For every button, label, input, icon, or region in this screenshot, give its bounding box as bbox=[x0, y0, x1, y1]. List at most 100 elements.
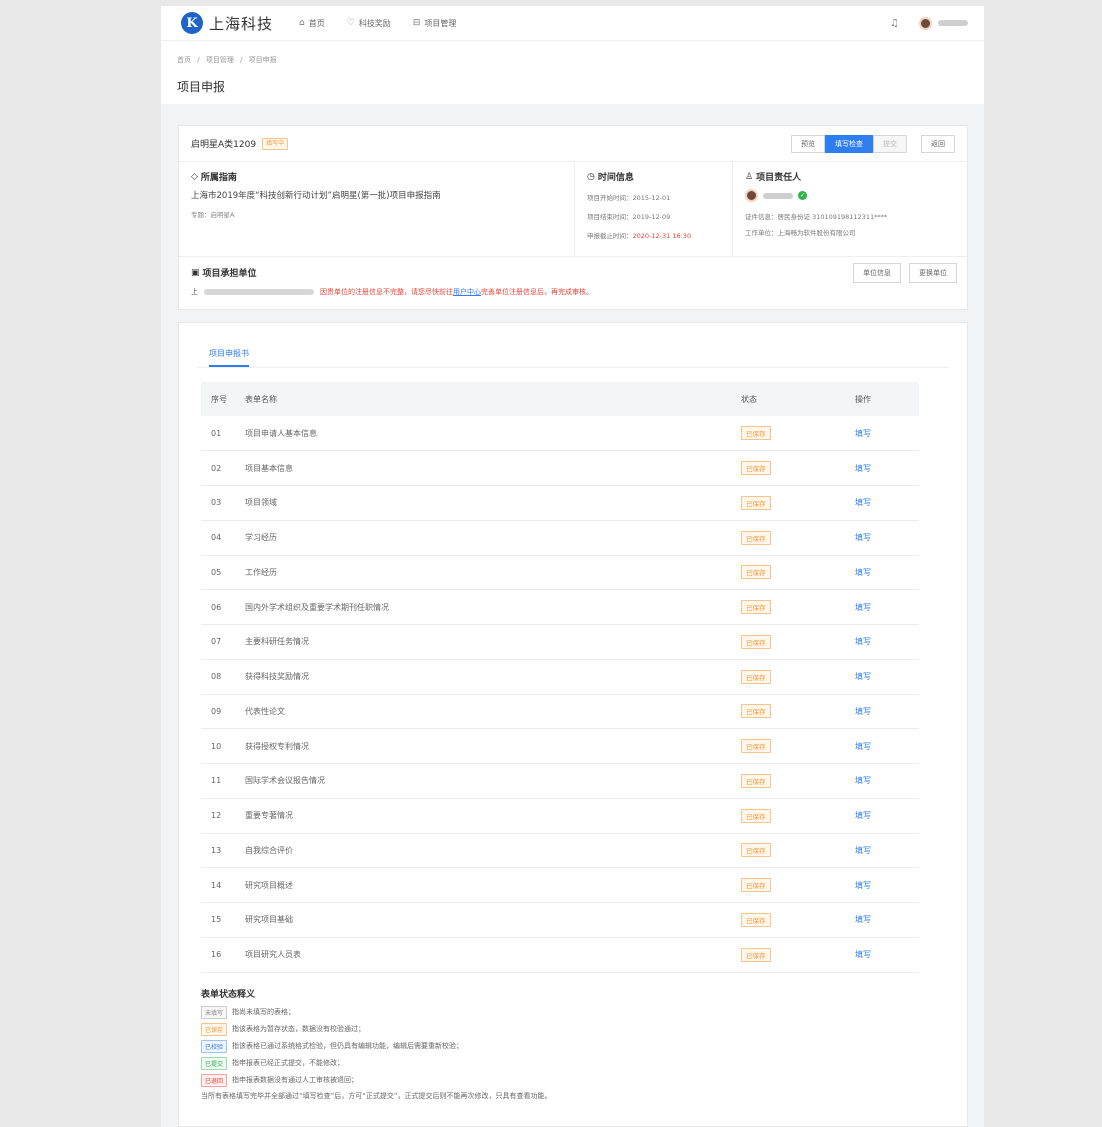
leader-section: ♙ 项目责任人 ✓ 证件信息：居民身份证 310109198112311****… bbox=[733, 162, 967, 256]
status-badge: 已保存 bbox=[741, 461, 771, 476]
row-status: 已保存 bbox=[741, 659, 855, 695]
tab-bar: 项目申报书 bbox=[197, 323, 949, 368]
row-status: 已保存 bbox=[741, 798, 855, 834]
project-card: 启明星A类1209 填写中 预览 填写检查 提交 返回 ◇ 所属指南 上海市20… bbox=[178, 125, 968, 310]
logo-icon: K bbox=[181, 12, 203, 34]
project-name: 启明星A类1209 bbox=[191, 140, 257, 150]
table-row: 03 项目领域 已保存 填写 bbox=[201, 485, 919, 521]
row-fill-link[interactable]: 填写 bbox=[855, 450, 919, 486]
bell-icon[interactable]: ♫ bbox=[890, 18, 899, 29]
legend-item: 已提交 指申报表已经正式提交，不能修改； bbox=[201, 1056, 949, 1070]
breadcrumb: 首页 / 项目管理 / 项目申报 bbox=[177, 55, 968, 65]
row-fill-link[interactable]: 填写 bbox=[855, 728, 919, 764]
row-fill-link[interactable]: 填写 bbox=[855, 416, 919, 452]
top-nav: K 上海科技 ⌂ 首页 ♡ 科技奖励 ⊟ 项目管理 ♫ bbox=[161, 6, 984, 41]
table-header-row: 序号 表单名称 状态 操作 bbox=[201, 382, 919, 416]
table-row: 09 代表性论文 已保存 填写 bbox=[201, 694, 919, 730]
row-fill-link[interactable]: 填写 bbox=[855, 555, 919, 591]
legend-text: 指该表格为暂存状态，数据没有校验通过； bbox=[232, 1025, 366, 1033]
row-status: 已保存 bbox=[741, 520, 855, 556]
row-status: 已保存 bbox=[741, 867, 855, 903]
table-row: 02 项目基本信息 已保存 填写 bbox=[201, 450, 919, 486]
row-fill-link[interactable]: 填写 bbox=[855, 798, 919, 834]
legend-note: 当所有表格填写完毕并全部通过“填写检查”后，方可“正式提交”，正式提交后则不能再… bbox=[201, 1091, 552, 1100]
row-form-name: 项目研究人员表 bbox=[245, 937, 741, 973]
unit-prefix: 上 bbox=[191, 288, 198, 296]
row-fill-link[interactable]: 填写 bbox=[855, 763, 919, 799]
back-button[interactable]: 返回 bbox=[921, 134, 955, 153]
user-menu[interactable] bbox=[919, 16, 968, 30]
row-status: 已保存 bbox=[741, 937, 855, 973]
avatar bbox=[919, 16, 932, 30]
status-badge: 已保存 bbox=[741, 773, 771, 788]
leader-person: ✓ bbox=[745, 189, 955, 202]
check-button[interactable]: 填写检查 bbox=[825, 134, 873, 153]
user-center-link[interactable]: 用户中心 bbox=[453, 288, 481, 296]
row-form-name: 获得科技奖励情况 bbox=[245, 659, 741, 695]
unit-name-redacted bbox=[204, 289, 314, 295]
deadline: 申报截止时间：2020-12-31 16:30 bbox=[587, 230, 720, 240]
table-row: 13 自我综合评价 已保存 填写 bbox=[201, 833, 919, 869]
start-time-value: 2015-12-01 bbox=[632, 194, 671, 202]
breadcrumb-projects[interactable]: 项目管理 bbox=[206, 56, 234, 64]
legend-tag: 已校验 bbox=[201, 1039, 228, 1053]
row-no: 01 bbox=[201, 416, 245, 452]
row-no: 14 bbox=[201, 867, 245, 903]
row-fill-link[interactable]: 填写 bbox=[855, 902, 919, 938]
time-title-text: 时间信息 bbox=[597, 173, 634, 183]
nav-item-projects[interactable]: ⊟ 项目管理 bbox=[413, 18, 457, 29]
row-fill-link[interactable]: 填写 bbox=[855, 867, 919, 903]
row-form-name: 研究项目概述 bbox=[245, 867, 741, 903]
row-no: 12 bbox=[201, 798, 245, 834]
preview-button[interactable]: 预览 bbox=[791, 134, 825, 153]
deadline-label: 申报截止时间： bbox=[587, 232, 633, 240]
unit-title-text: 项目承担单位 bbox=[202, 269, 257, 279]
submit-button[interactable]: 提交 bbox=[873, 134, 907, 153]
row-no: 13 bbox=[201, 833, 245, 869]
row-fill-link[interactable]: 填写 bbox=[855, 937, 919, 973]
row-form-name: 自我综合评价 bbox=[245, 833, 741, 869]
row-status: 已保存 bbox=[741, 485, 855, 521]
table-row: 05 工作经历 已保存 填写 bbox=[201, 555, 919, 591]
row-fill-link[interactable]: 填写 bbox=[855, 589, 919, 625]
legend-text: 指该表格已通过系统格式检验，但仍具有编辑功能，编辑后需要重新校验； bbox=[232, 1042, 464, 1050]
nav-item-home[interactable]: ⌂ 首页 bbox=[299, 18, 325, 29]
breadcrumb-separator: / bbox=[240, 56, 243, 64]
header-status: 状态 bbox=[741, 382, 855, 416]
breadcrumb-home[interactable]: 首页 bbox=[177, 56, 191, 64]
row-form-name: 获得授权专利情况 bbox=[245, 728, 741, 764]
table-body: 01 项目申请人基本信息 已保存 填写 02 项目基本信息 已保存 填写 03 项目领域 已保存 填写… bbox=[201, 416, 919, 973]
row-no: 02 bbox=[201, 450, 245, 486]
unit-info-button[interactable]: 单位信息 bbox=[853, 263, 901, 283]
logo[interactable]: K 上海科技 bbox=[181, 12, 273, 34]
nav-item-awards[interactable]: ♡ 科技奖励 bbox=[347, 18, 391, 29]
change-unit-button[interactable]: 更换单位 bbox=[909, 263, 957, 283]
row-no: 03 bbox=[201, 485, 245, 521]
app-name: 上海科技 bbox=[209, 14, 274, 33]
header-name: 表单名称 bbox=[245, 382, 741, 416]
legend-text: 指申报表数据没有通过人工审核被退回； bbox=[232, 1076, 359, 1084]
leader-title: ♙ 项目责任人 bbox=[745, 170, 955, 184]
project-icon: ⊟ bbox=[412, 18, 421, 28]
row-status: 已保存 bbox=[741, 555, 855, 591]
project-info: ◇ 所属指南 上海市2019年度“科技创新行动计划”启明星(第一批)项目申报指南… bbox=[179, 162, 967, 257]
row-form-name: 研究项目基础 bbox=[245, 902, 741, 938]
row-fill-link[interactable]: 填写 bbox=[855, 659, 919, 695]
end-time-value: 2019-12-09 bbox=[632, 213, 671, 221]
status-badge: 已保存 bbox=[741, 912, 771, 927]
row-fill-link[interactable]: 填写 bbox=[855, 520, 919, 556]
row-fill-link[interactable]: 填写 bbox=[855, 485, 919, 521]
unit-warning: 上 因贵单位的注册信息不完整，请您尽快前往用户中心完善单位注册信息后，再完成审核… bbox=[191, 287, 955, 297]
tab-application-form[interactable]: 项目申报书 bbox=[209, 348, 249, 367]
row-fill-link[interactable]: 填写 bbox=[855, 694, 919, 730]
table-row: 16 项目研究人员表 已保存 填写 bbox=[201, 937, 919, 973]
guide-special: 专题：启明星A bbox=[191, 211, 235, 219]
row-fill-link[interactable]: 填写 bbox=[855, 833, 919, 869]
forms-card: 项目申报书 序号 表单名称 状态 操作 01 项目申请人基本信息 已保存 填写 02 项目… bbox=[178, 322, 968, 1127]
legend-item: 未填写 指尚未填写的表格； bbox=[201, 1005, 949, 1019]
row-fill-link[interactable]: 填写 bbox=[855, 624, 919, 660]
time-section: ◷ 时间信息 项目开始时间：2015-12-01 项目结束时间：2019-12-… bbox=[575, 162, 733, 256]
legend-title: 表单状态释义 bbox=[201, 989, 256, 1000]
row-status: 已保存 bbox=[741, 763, 855, 799]
legend-item: 已保存 指该表格为暂存状态，数据没有校验通过； bbox=[201, 1022, 949, 1036]
